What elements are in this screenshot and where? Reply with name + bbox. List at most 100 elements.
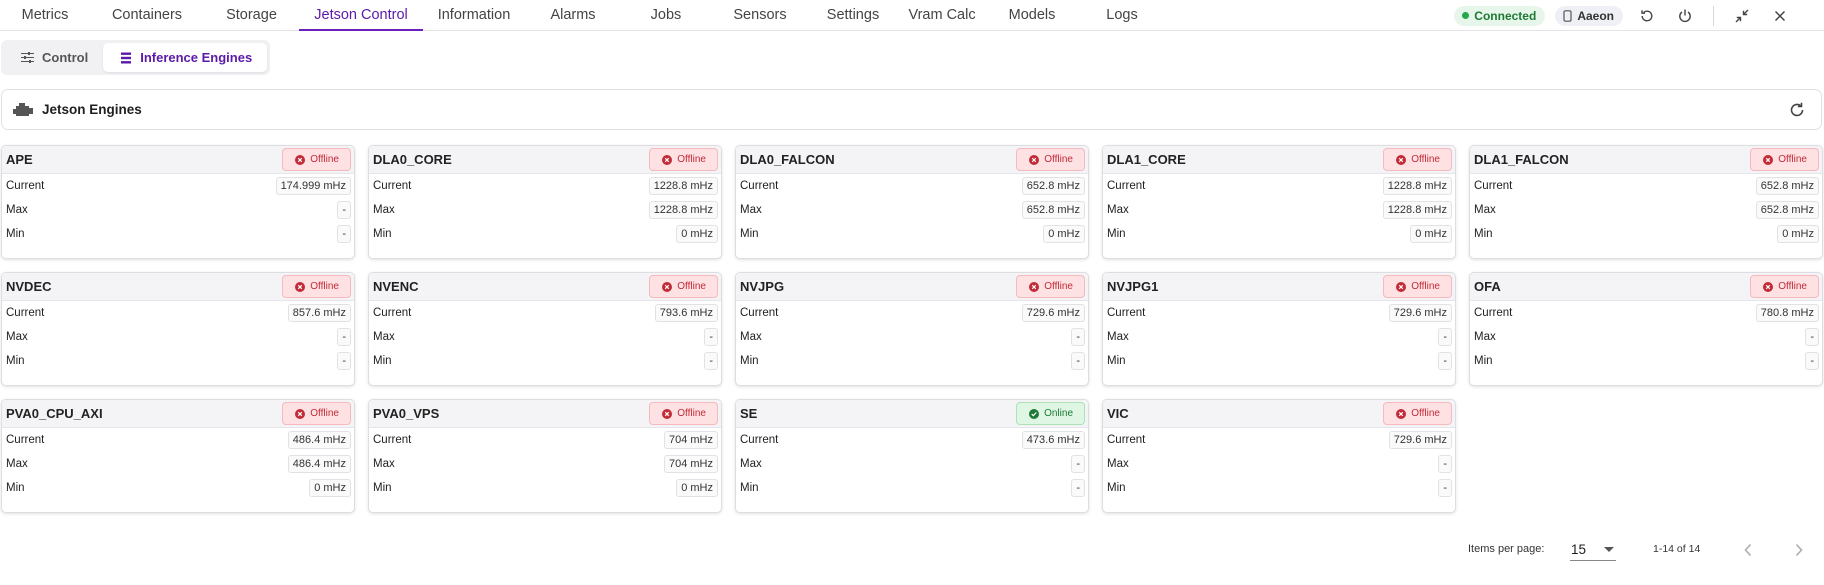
engine-max-value: - [704,328,718,346]
engine-card: DLA0_CORE Offline Current 1228.8 mHz Max 1228… [368,145,722,259]
status-badge: Offline [282,402,351,425]
previous-page-button[interactable] [1734,536,1762,564]
engine-current-label: Current [740,307,779,319]
engine-min-label: Min [373,228,392,240]
engine-min-label: Min [6,482,25,494]
tab-jetson-control[interactable]: Jetson Control [299,0,423,31]
power-button[interactable] [1671,2,1699,30]
engine-card: APE Offline Current 174.999 mHz Max - Min - [1,145,355,259]
engine-card: NVJPG1 Offline Current 729.6 mHz Max - Min - [1102,272,1456,386]
tab-sensors[interactable]: Sensors [711,0,809,30]
engine-min-label: Min [6,355,25,367]
engine-card: NVENC Offline Current 793.6 mHz Max - Min - [368,272,722,386]
engine-card-header: PVA0_CPU_AXI Offline [2,400,354,428]
next-page-button[interactable] [1785,536,1813,564]
engine-current-value: 729.6 mHz [1388,431,1452,449]
subtab-inference-engines[interactable]: Inference Engines [103,43,268,72]
status-label: Offline [1411,281,1440,292]
engine-min-row: Min - [2,349,354,373]
engine-current-label: Current [6,307,45,319]
device-chip[interactable]: Aaeon [1555,5,1623,26]
power-icon [1679,9,1691,22]
status-badge: Offline [1750,148,1819,171]
status-badge: Offline [649,402,718,425]
engine-min-row: Min - [369,349,721,373]
tab-vram-calc[interactable]: Vram Calc [897,0,987,30]
engine-max-label: Max [1107,204,1129,216]
status-badge: Offline [282,148,351,171]
engine-card-header: SE Online [736,400,1088,428]
engine-card-header: PVA0_VPS Offline [369,400,721,428]
engine-max-value: 1228.8 mHz [648,201,718,219]
engine-max-value: 704 mHz [663,455,718,473]
x-circle-icon [662,408,673,419]
engine-min-label: Min [373,482,392,494]
top-nav: Metrics Containers Storage Jetson Control In… [0,0,1824,31]
engine-min-value: 0 mHz [676,225,718,243]
engine-card: DLA1_CORE Offline Current 1228.8 mHz Max 1228… [1102,145,1456,259]
engine-current-value: 729.6 mHz [1021,304,1085,322]
chevron-down-icon [1604,547,1614,552]
engine-name: NVENC [373,279,419,294]
tab-alarms[interactable]: Alarms [525,0,621,30]
x-circle-icon [1396,408,1407,419]
engine-card: DLA0_FALCON Offline Current 652.8 mHz Max 652… [735,145,1089,259]
engine-current-value: 652.8 mHz [1755,177,1819,195]
refresh-button[interactable] [1783,96,1811,124]
engine-max-value: - [1438,455,1452,473]
engine-card-header: DLA0_CORE Offline [369,146,721,174]
engine-name: PVA0_VPS [373,406,440,421]
engine-current-label: Current [740,180,779,192]
tab-logs[interactable]: Logs [1077,0,1167,30]
engine-card: PVA0_VPS Offline Current 704 mHz Max 704 mHz M… [368,399,722,513]
tab-models[interactable]: Models [987,0,1077,30]
page-range-label: 1-14 of 14 [1653,543,1701,555]
engine-card: NVDEC Offline Current 857.6 mHz Max - Min - [1,272,355,386]
x-circle-icon [662,154,673,165]
chevron-left-icon [1744,543,1752,557]
engine-min-value: - [704,352,718,370]
subtab-control[interactable]: Control [4,43,103,72]
subtab-inference-engines-label: Inference Engines [140,50,253,65]
engine-max-label: Max [1107,458,1129,470]
engine-current-row: Current 652.8 mHz [1470,174,1822,198]
engine-max-value: 1228.8 mHz [1382,201,1452,219]
engine-min-value: 0 mHz [1777,225,1819,243]
status-label: Offline [310,154,339,165]
engine-max-row: Max 1228.8 mHz [369,198,721,222]
engine-min-label: Min [1474,355,1493,367]
engine-min-value: - [1438,479,1452,497]
status-label: Offline [677,154,706,165]
engine-max-label: Max [373,331,395,343]
engine-max-row: Max - [1103,452,1455,476]
x-circle-icon [1763,281,1774,292]
collapse-button[interactable] [1728,2,1756,30]
tab-jobs[interactable]: Jobs [621,0,711,30]
restart-button[interactable] [1633,2,1661,30]
items-per-page-select[interactable]: 15 [1570,539,1616,561]
engine-card: SE Online Current 473.6 mHz Max - Min - [735,399,1089,513]
engine-max-row: Max - [736,325,1088,349]
engine-max-row: Max 486.4 mHz [2,452,354,476]
chevron-right-icon [1795,543,1803,557]
x-circle-icon [1396,281,1407,292]
engine-current-row: Current 174.999 mHz [2,174,354,198]
engine-current-label: Current [373,434,412,446]
tab-metrics[interactable]: Metrics [0,0,90,30]
engine-max-row: Max - [2,325,354,349]
engine-current-value: 857.6 mHz [287,304,351,322]
tab-settings[interactable]: Settings [809,0,897,30]
engine-current-value: 486.4 mHz [287,431,351,449]
connection-status-badge: Connected [1454,5,1546,26]
engine-current-label: Current [373,180,412,192]
status-label: Offline [1411,154,1440,165]
top-right-tools: Connected Aaeon [1454,0,1824,31]
engine-current-value: 1228.8 mHz [648,177,718,195]
tab-containers[interactable]: Containers [90,0,204,30]
tab-information[interactable]: Information [423,0,525,30]
engine-min-row: Min 0 mHz [2,476,354,500]
tab-storage[interactable]: Storage [204,0,299,30]
close-button[interactable] [1766,2,1794,30]
engine-current-row: Current 652.8 mHz [736,174,1088,198]
engine-max-label: Max [1107,331,1129,343]
